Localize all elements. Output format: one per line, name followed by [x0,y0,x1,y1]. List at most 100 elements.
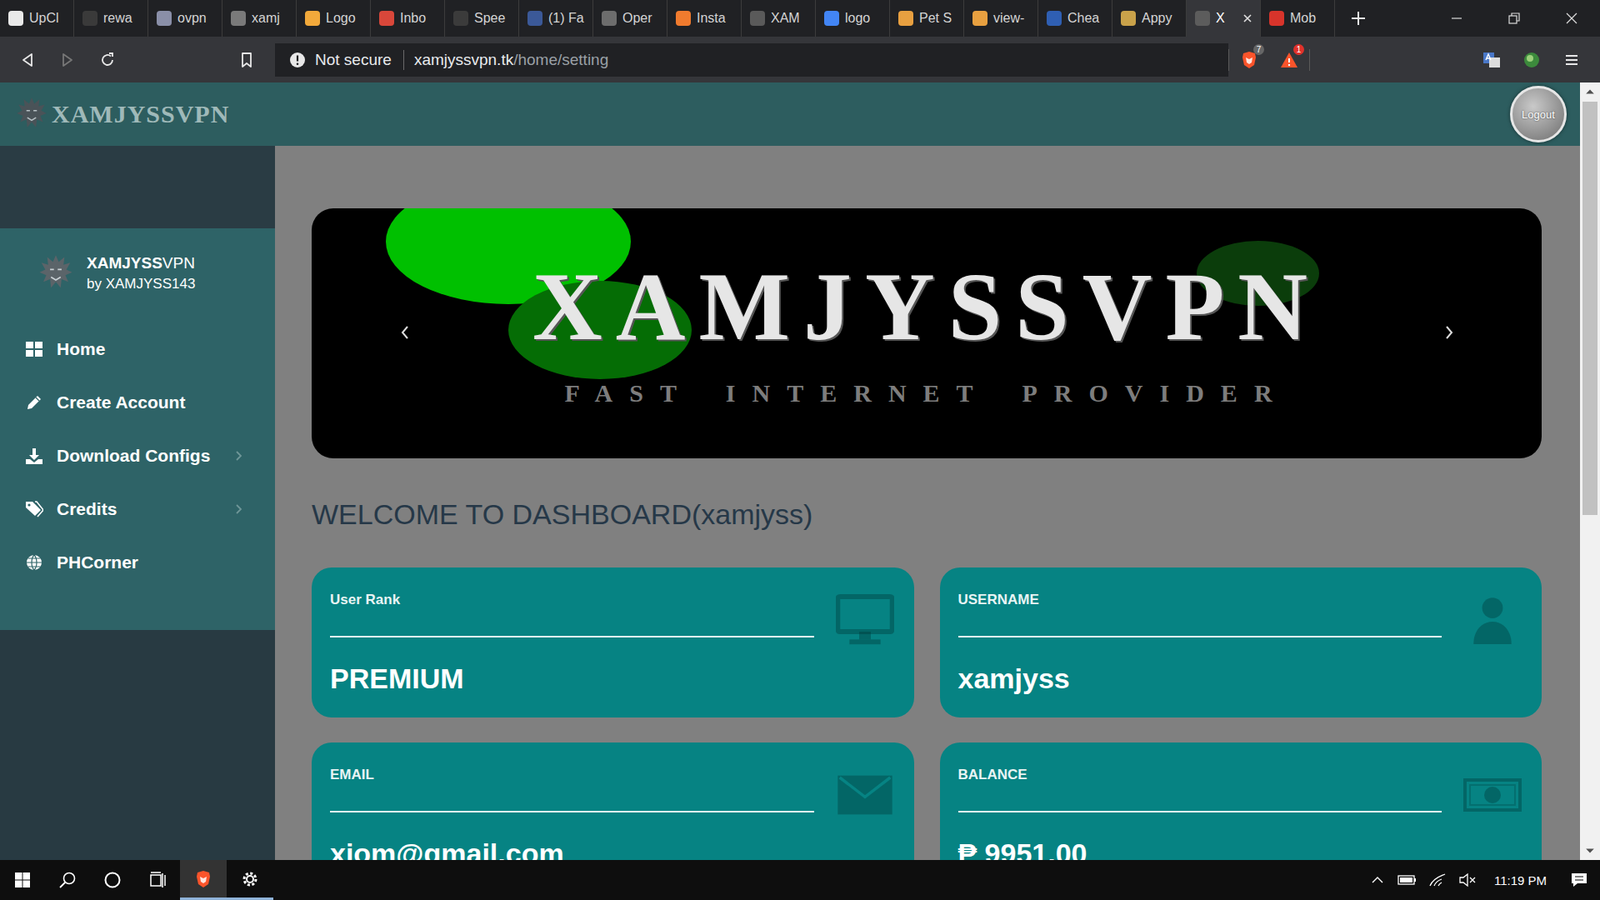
address-bar[interactable]: Not secure xamjyssvpn.tk/home/setting [275,43,1229,77]
browser-tab[interactable]: view- [964,0,1039,37]
browser-tab[interactable]: X [1186,0,1261,37]
battery-button[interactable] [1392,860,1423,900]
globe-icon [25,553,44,572]
tags-icon [25,500,44,519]
sidebar-item[interactable]: Create Account [0,375,275,430]
info-card: USERNAME xamjyss [940,567,1543,718]
browser-tab[interactable]: Spee [445,0,520,37]
favicon-icon [972,10,988,26]
extension-button[interactable] [1511,43,1552,77]
card-label: USERNAME [958,590,1443,610]
tab-label: xamj [251,10,280,26]
forward-icon [59,51,76,69]
sidebar-label: Download Configs [56,445,222,466]
minimize-icon [1450,12,1463,25]
browser-tab[interactable]: Inbo [370,0,445,37]
card-value: xiom@gmail.com [330,835,815,860]
scroll-thumb[interactable] [1582,101,1598,515]
tab-strip: UpCl rewa ovpn xamj Logo Inbo Spee (1) F… [0,0,1600,37]
chevron-up-icon [1371,875,1384,885]
notifications-button[interactable] [1558,860,1600,900]
sidebar-item[interactable]: Home [0,322,275,376]
sidebar-label: Home [56,339,244,360]
browser-tab[interactable]: ovpn [148,0,223,37]
bookmark-icon [238,51,255,69]
bookmark-button[interactable] [226,43,267,77]
tab-label: Oper [622,10,653,26]
sidebar-item[interactable]: PHCorner [0,535,275,590]
favicon-icon [379,10,395,26]
task-view-button[interactable] [135,860,180,900]
tab-label: XAM [770,10,800,26]
url-text: xamjyssvpn.tk/home/setting [414,50,609,70]
close-icon[interactable] [1241,12,1254,25]
favicon-icon [527,10,543,26]
browser-tab[interactable]: Chea [1038,0,1113,37]
sidebar-label: Create Account [56,392,244,413]
sidebar-item[interactable]: Credits [0,482,275,536]
sidebar-item[interactable]: Download Configs [0,429,275,483]
sidebar-label: Credits [56,499,222,520]
banner-title: XAMJYSSVPN [532,256,1321,357]
browser-tab[interactable]: rewa [74,0,149,37]
translate-button[interactable] [1471,43,1512,77]
favicon-icon [453,10,469,26]
card-label: BALANCE [958,765,1443,785]
taskbar: 11:19 PM [0,860,1600,900]
favicon-icon [8,10,24,26]
chevron-right-icon[interactable] [1442,322,1456,343]
alerts-button[interactable]: 1 [1269,43,1310,77]
scroll-down-icon[interactable] [1585,845,1595,856]
browser-tab[interactable]: logo [815,0,890,37]
logout-button[interactable]: Logout [1510,85,1567,143]
browser-tab[interactable]: Pet S [890,0,965,37]
browser-tab[interactable]: (1) Fa [519,0,594,37]
taskbar-app[interactable] [226,860,274,900]
wifi-button[interactable] [1422,860,1453,900]
taskbar-app[interactable] [180,860,227,900]
search-button[interactable] [45,860,90,900]
close-window-button[interactable] [1542,0,1600,37]
favicon-icon [305,10,320,26]
browser-tab[interactable]: Insta [667,0,742,37]
browser-tab[interactable]: xamj [222,0,297,37]
browser-tab[interactable]: Appy [1112,0,1187,37]
task-view-icon [148,870,167,890]
browser-tab[interactable]: UpCl [0,0,75,37]
restore-button[interactable] [1485,0,1543,37]
browser-tab[interactable]: XAM [741,0,816,37]
card-value: xamjyss [958,660,1443,696]
volume-button[interactable] [1452,860,1483,900]
browser-tab[interactable]: Logo [296,0,371,37]
shields-button[interactable]: 7 [1229,43,1270,77]
pencil-icon [25,393,44,412]
translate-icon [1481,50,1502,70]
menu-button[interactable] [1551,43,1592,77]
tab-label: Inbo [400,10,426,26]
scrollbar[interactable] [1580,82,1600,860]
favicon-icon [230,10,246,26]
browser-tab[interactable]: Mob [1260,0,1335,37]
start-button[interactable] [0,860,45,900]
gremlin-logo-icon [14,95,50,134]
scroll-up-icon[interactable] [1585,86,1595,97]
minimize-button[interactable] [1427,0,1485,37]
sidebar-label: PHCorner [56,552,244,573]
chevron-left-icon[interactable] [398,322,412,343]
forward-button[interactable] [47,43,88,77]
cortana-button[interactable] [90,860,135,900]
back-icon [19,51,36,69]
extension-icon [1521,50,1542,70]
clock[interactable]: 11:19 PM [1482,860,1559,900]
browser-toolbar: Not secure xamjyssvpn.tk/home/setting 7 … [0,36,1600,83]
gremlin-avatar-icon [36,251,75,295]
cortana-icon [103,870,122,890]
dashboard: XAMJYSSVPN FAST INTERNET PROVIDER WELCOM… [275,145,1580,860]
tab-label: Insta [696,10,726,26]
info-card: User Rank PREMIUM [311,567,915,718]
reload-button[interactable] [87,43,128,77]
new-tab-button[interactable] [1340,0,1377,37]
back-button[interactable] [7,43,48,77]
browser-tab[interactable]: Oper [593,0,668,37]
tray-overflow-button[interactable] [1362,860,1393,900]
